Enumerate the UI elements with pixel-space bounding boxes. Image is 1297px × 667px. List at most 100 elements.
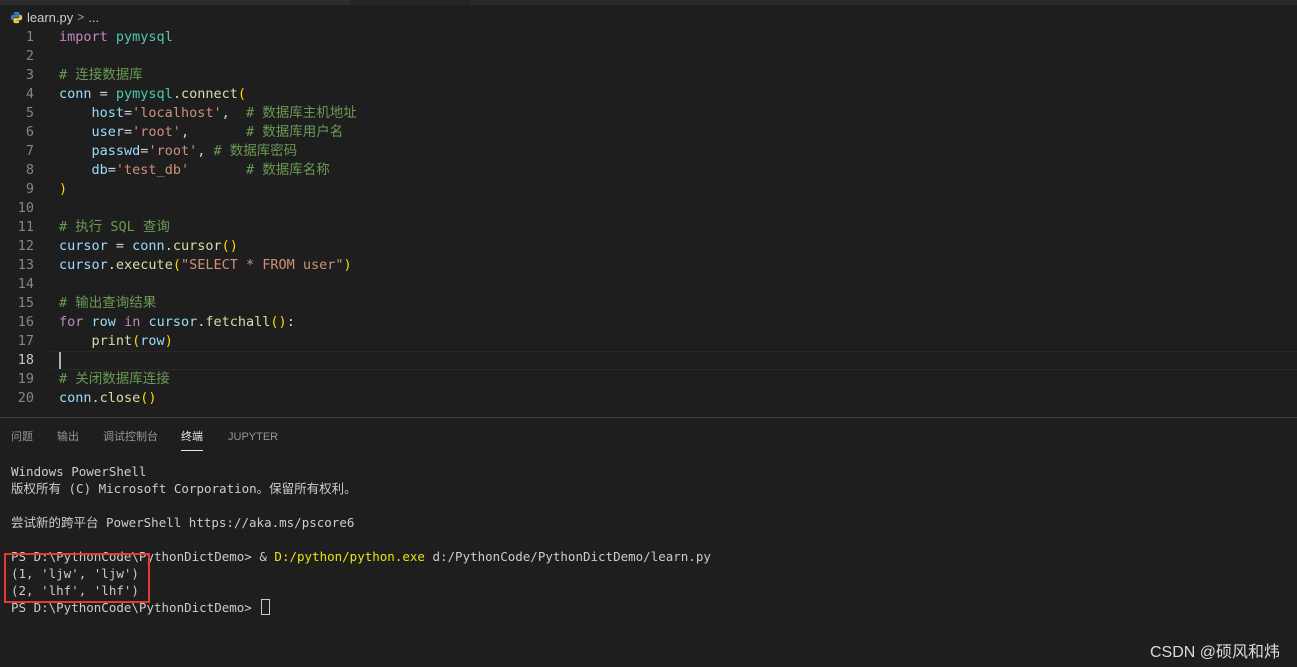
code-token: # 数据库名称 [245,162,330,178]
code-line[interactable]: 15 # 输出查询结果 [0,294,1297,313]
code-line[interactable]: 17 print(row) [0,332,1297,351]
watermark: CSDN @硕风和炜 [1149,644,1280,661]
code-token: # 输出查询结果 [59,295,157,311]
code-token: conn [59,86,92,102]
code-editor[interactable]: 1 import pymysql 2 3 # 连接数据库 4 conn = pymysql.… [0,27,1297,417]
line-number: 15 [17,295,34,311]
code-token: . [172,86,181,102]
code-token: () [270,314,287,330]
code-token: passwd [91,143,141,159]
terminal-amp: & [259,549,275,564]
code-token: print [91,333,133,349]
code-line[interactable]: 19 # 关闭数据库连接 [0,370,1297,389]
code-text: conn = pymysql.connect( [59,85,246,104]
line-number: 19 [17,371,34,387]
code-token: close [99,390,141,406]
line-number: 12 [17,238,34,254]
code-line[interactable]: 20 conn.close() [0,389,1297,408]
code-token: # 数据库用户名 [245,124,344,140]
line-number: 9 [25,181,34,197]
code-token: = [91,86,116,102]
code-text: host='localhost', # 数据库主机地址 [59,104,357,123]
line-number: 4 [25,86,34,102]
code-line[interactable]: 4 conn = pymysql.connect( [0,85,1297,104]
code-line[interactable]: 3 # 连接数据库 [0,66,1297,85]
tab-debug-console[interactable]: 调试控制台 [103,426,158,450]
code-token: ) [164,333,173,349]
line-number: 20 [17,390,34,406]
code-token: conn [132,238,165,254]
code-line[interactable]: 8 db='test_db' # 数据库名称 [0,161,1297,180]
code-token: row [140,333,165,349]
terminal-cursor[interactable] [261,599,271,615]
code-token: . [91,390,100,406]
chevron-right-icon: > [77,10,85,24]
editor-tab-strip [0,0,1297,5]
code-token: ) [343,257,352,273]
code-token: 'root' [148,143,198,159]
code-line[interactable]: 13 cursor.execute("SELECT * FROM user") [0,256,1297,275]
tab-problems[interactable]: 问题 [11,426,33,450]
code-line[interactable]: 11 # 执行 SQL 查询 [0,218,1297,237]
line-number: 18 [17,352,34,368]
code-line[interactable]: 6 user='root', # 数据库用户名 [0,123,1297,142]
code-text: conn.close() [59,389,157,408]
code-line[interactable]: 10 [0,199,1297,218]
code-token: execute [115,257,173,273]
code-token: 'root' [132,124,181,140]
terminal-line: Windows PowerShell [11,464,147,479]
code-text: print(row) [59,332,173,351]
highlight-box [4,553,150,603]
code-line[interactable]: 7 passwd='root', # 数据库密码 [0,142,1297,161]
line-number: 3 [25,67,34,83]
code-token: host [91,105,125,121]
breadcrumb: learn.py > ... [10,8,99,26]
code-token: db [91,162,108,178]
code-text: cursor = conn.cursor() [59,237,238,256]
panel-divider[interactable] [0,417,1297,418]
code-token: # 连接数据库 [59,67,143,83]
code-line[interactable]: 2 [0,47,1297,66]
code-token: , [221,105,246,121]
tab-jupyter[interactable]: JUPYTER [228,426,278,450]
code-token: # 关闭数据库连接 [59,371,170,387]
line-number: 1 [25,29,34,45]
code-token: , [197,143,214,159]
tab-strip-segment [0,0,350,5]
terminal-line: 尝试新的跨平台 PowerShell https://aka.ms/pscore… [11,515,355,530]
code-line[interactable]: 14 [0,275,1297,294]
tab-output[interactable]: 输出 [57,426,79,450]
code-token: () [140,390,157,406]
code-token: = [124,124,133,140]
code-line[interactable]: 16 for row in cursor.fetchall(): [0,313,1297,332]
line-number: 5 [25,105,34,121]
breadcrumb-symbol[interactable]: ... [88,10,99,25]
code-token: ( [237,86,246,102]
terminal-argument: d:/PythonCode/PythonDictDemo/learn.py [424,549,711,564]
code-token: in [124,314,141,330]
code-token: cursor [59,238,108,254]
code-text: ) [59,180,67,199]
code-token: ) [59,181,68,197]
code-line[interactable]: 12 cursor = conn.cursor() [0,237,1297,256]
code-token: cursor [59,257,108,273]
code-text: passwd='root', # 数据库密码 [59,142,298,161]
code-token: . [107,257,116,273]
code-token: conn [59,390,92,406]
tab-strip-segment [470,0,1297,5]
terminal-line: 版权所有 (C) Microsoft Corporation。保留所有权利。 [11,481,357,496]
code-line[interactable]: 5 host='localhost', # 数据库主机地址 [0,104,1297,123]
code-line[interactable]: 1 import pymysql [0,28,1297,47]
tab-terminal[interactable]: 终端 [181,426,203,451]
code-line[interactable]: 9) [0,180,1297,199]
code-token: row [91,314,116,330]
code-line[interactable]: 18 [0,351,1297,370]
breadcrumb-file[interactable]: learn.py [27,10,73,25]
code-text: cursor.execute("SELECT * FROM user") [59,256,352,275]
